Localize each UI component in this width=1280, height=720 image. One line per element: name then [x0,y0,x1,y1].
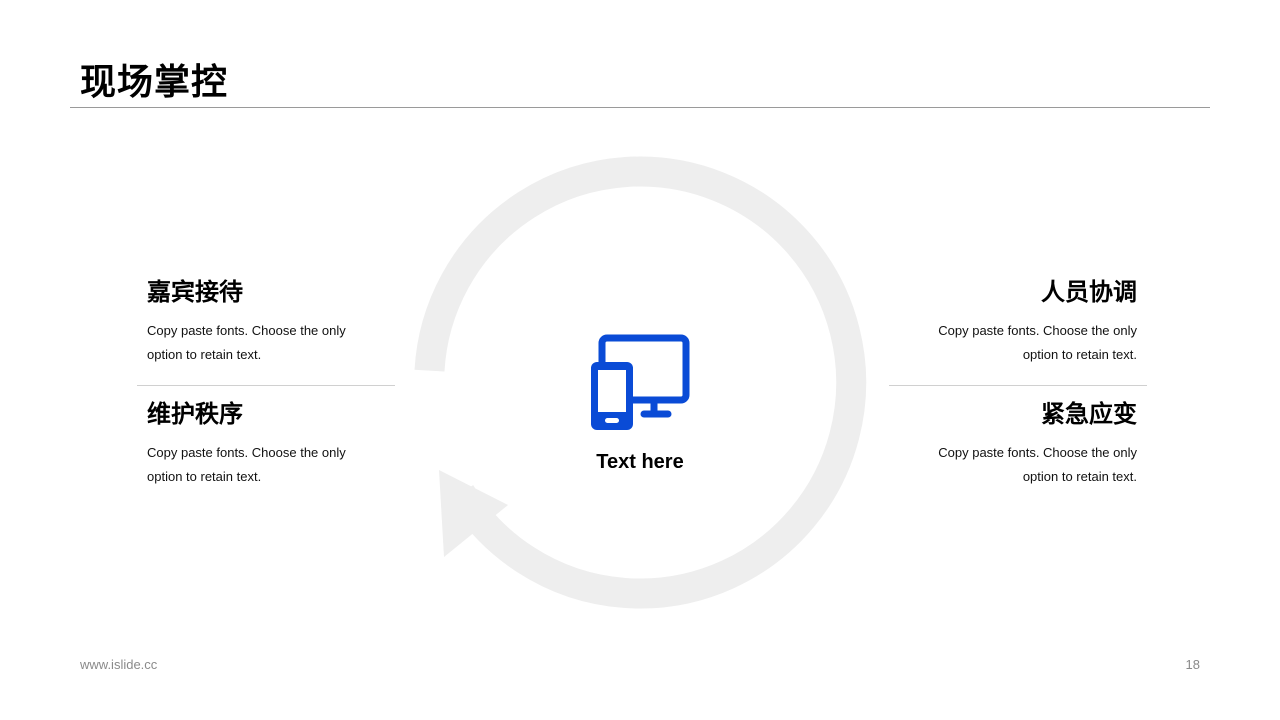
center-label: Text here [596,451,684,473]
block-heading: 紧急应变 [1041,401,1137,428]
block-heading: 维护秩序 [147,401,243,428]
block-heading: 人员协调 [1041,279,1137,306]
block-text-line: Copy paste fonts. Choose the only [147,323,346,338]
block-text-line: Copy paste fonts. Choose the only [938,323,1137,338]
block-text: Copy paste fonts. Choose the only option… [147,319,387,367]
left-divider [137,385,395,386]
block-text: Copy paste fonts. Choose the only option… [147,441,387,489]
block-text-line: option to retain text. [1022,469,1137,484]
block-text-line: Copy paste fonts. Choose the only [938,445,1137,460]
block-text-line: option to retain text. [147,469,262,484]
block-text: Copy paste fonts. Choose the only option… [897,319,1137,367]
block-text-line: option to retain text. [1022,347,1137,362]
block-staff-coordination: 人员协调 Copy paste fonts. Choose the only o… [897,277,1137,367]
block-text: Copy paste fonts. Choose the only option… [897,441,1137,489]
right-divider [889,385,1147,386]
block-guest-reception: 嘉宾接待 Copy paste fonts. Choose the only o… [147,277,387,367]
block-text-line: Copy paste fonts. Choose the only [147,445,346,460]
devices-icon [591,334,690,430]
block-emergency-response: 紧急应变 Copy paste fonts. Choose the only o… [897,399,1137,489]
footer-url[interactable]: www.islide.cc [80,657,157,672]
block-order-maintenance: 维护秩序 Copy paste fonts. Choose the only o… [147,399,387,489]
page-number: 18 [1185,657,1200,672]
block-heading: 嘉宾接待 [147,279,243,306]
block-text-line: option to retain text. [147,347,262,362]
